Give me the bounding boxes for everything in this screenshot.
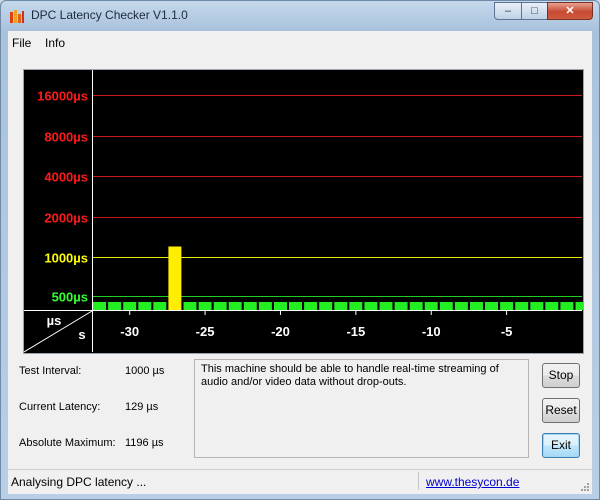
y-unit-label: µs (47, 313, 62, 328)
latency-bar (394, 302, 408, 310)
exit-button[interactable]: Exit (542, 433, 580, 458)
x-tick-label: -30 (120, 324, 139, 339)
latency-bar (334, 302, 348, 310)
status-bar: Analysing DPC latency ... www.thesycon.d… (8, 469, 592, 494)
latency-bar (108, 302, 122, 310)
y-axis-label: 4000µs (44, 170, 88, 185)
close-icon: ✕ (565, 5, 575, 17)
latency-bar (123, 302, 137, 310)
latency-bar (289, 302, 302, 310)
menu-file[interactable]: File (12, 36, 31, 50)
menu-info[interactable]: Info (45, 36, 65, 50)
stop-button[interactable]: Stop (542, 363, 580, 388)
resize-grip-icon[interactable] (580, 482, 590, 492)
latency-bar (183, 302, 197, 310)
absolute-maximum-value: 1196 µs (125, 437, 164, 449)
menu-bar: File Info (8, 31, 592, 55)
window-title: DPC Latency Checker V1.1.0 (31, 8, 188, 22)
latency-bar (470, 302, 483, 310)
latency-bar (168, 246, 182, 310)
website-link[interactable]: www.thesycon.de (426, 475, 519, 489)
y-axis-label: 1000µs (44, 251, 88, 266)
latency-graph: 16000µs 8000µs 4000µs 2000µs 1000µs 500µs µs s -… (23, 69, 584, 354)
latency-bar (500, 302, 514, 310)
current-latency-value: 129 µs (125, 401, 159, 413)
x-unit-label: s (78, 327, 85, 342)
latency-bar (439, 302, 453, 310)
latency-bar (228, 302, 242, 310)
latency-bar (530, 302, 544, 310)
maximize-icon: □ (531, 5, 538, 17)
x-tick-label: -10 (422, 324, 441, 339)
latency-bar (319, 302, 333, 310)
latency-bar (258, 302, 272, 310)
latency-bar (274, 302, 287, 310)
reset-button[interactable]: Reset (542, 398, 580, 423)
latency-bar (213, 302, 227, 310)
test-interval-value: 1000 µs (125, 365, 165, 377)
latency-bar (304, 302, 318, 310)
status-text: Analysing DPC latency ... (11, 475, 147, 489)
result-message: This machine should be able to handle re… (194, 359, 529, 458)
latency-bar (424, 302, 438, 310)
latency-bar (93, 302, 106, 310)
latency-bar (485, 302, 498, 310)
latency-bar (575, 302, 583, 310)
x-tick-label: -20 (271, 324, 290, 339)
y-axis-label: 2000µs (44, 211, 88, 226)
current-latency-label: Current Latency: (19, 401, 101, 413)
test-parameters: Test Interval: 1000 µs Current Latency: … (19, 359, 194, 464)
latency-bar (409, 302, 423, 310)
latency-chart: 16000µs 8000µs 4000µs 2000µs 1000µs 500µs µs s -… (24, 70, 583, 353)
latency-bar (349, 302, 363, 310)
x-tick-label: -15 (346, 324, 365, 339)
title-bar[interactable]: DPC Latency Checker V1.1.0 – □ ✕ (1, 1, 599, 31)
latency-bar (515, 302, 529, 310)
x-tick-label: -25 (196, 324, 215, 339)
latency-bar (153, 302, 167, 310)
app-window: DPC Latency Checker V1.1.0 – □ ✕ File In… (0, 0, 600, 500)
client-area: File Info 16000µs 8000µs 4000µs 2000µs 1000µ… (8, 31, 592, 494)
latency-bar (560, 302, 574, 310)
latency-bar (198, 302, 212, 310)
latency-bar (454, 302, 468, 310)
y-axis-label: 16000µs (37, 89, 88, 104)
y-axis-label: 8000µs (44, 130, 88, 145)
latency-bar (243, 302, 257, 310)
test-interval-label: Test Interval: (19, 365, 82, 377)
latency-bar (364, 302, 378, 310)
close-button[interactable]: ✕ (547, 2, 593, 20)
latency-bar (138, 302, 152, 310)
minimize-icon: – (504, 5, 512, 17)
status-separator (418, 472, 419, 490)
maximize-button[interactable]: □ (521, 2, 548, 20)
app-icon (10, 10, 24, 23)
absolute-maximum-label: Absolute Maximum: (19, 437, 116, 449)
y-axis-label: 500µs (52, 290, 88, 305)
x-tick-label: -5 (501, 324, 513, 339)
minimize-button[interactable]: – (494, 2, 522, 20)
latency-bar (379, 302, 393, 310)
latency-bar (545, 302, 559, 310)
